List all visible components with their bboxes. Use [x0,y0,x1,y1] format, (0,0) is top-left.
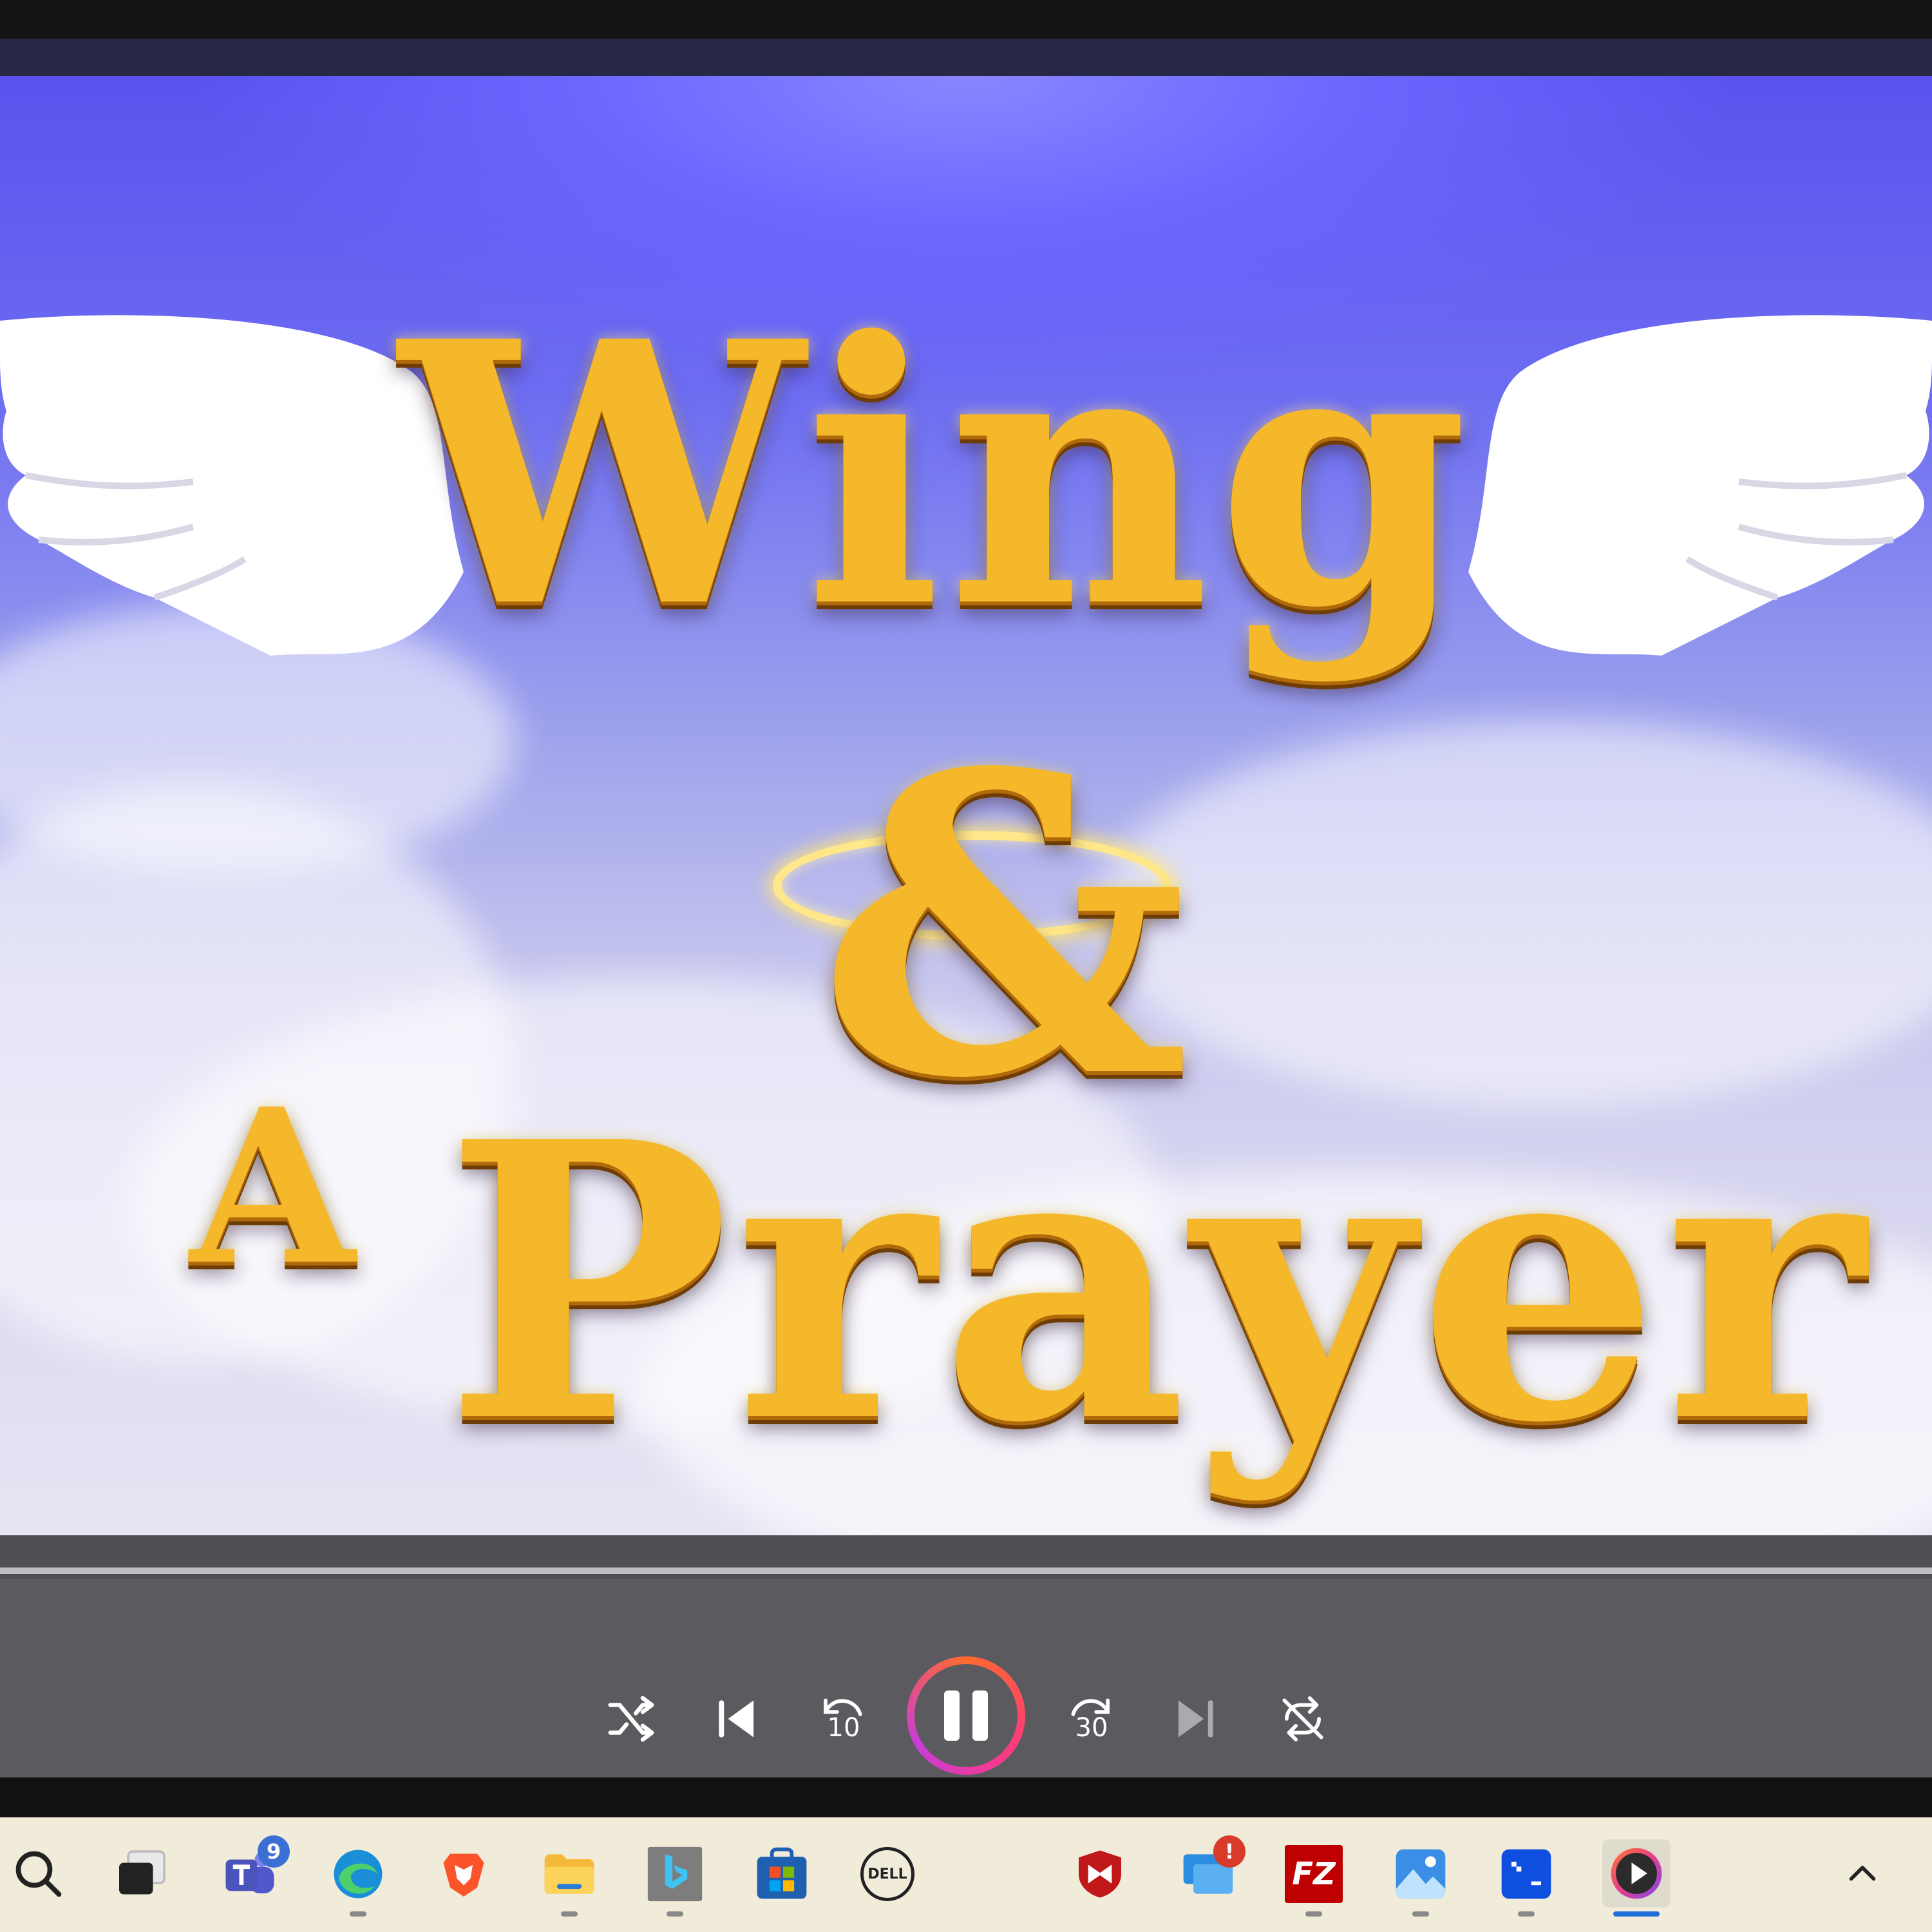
running-indicator [350,1911,366,1917]
taskbar-photos[interactable] [1390,1843,1452,1905]
running-indicator [1412,1911,1429,1917]
task-view-icon [119,1850,166,1895]
video-frame[interactable]: Wing & A Prayer [0,76,1932,1537]
title-word-wing: Wing [399,263,1475,687]
taskbar-show-hidden-icons[interactable] [1832,1843,1893,1905]
repeat-off-icon [1282,1696,1323,1742]
running-indicator [1518,1911,1535,1917]
right-wing-graphic [1468,315,1932,656]
running-indicator [667,1911,683,1917]
seek-bar[interactable] [0,1567,1932,1574]
folder-icon [544,1854,594,1894]
chevron-up-icon [1849,1866,1876,1881]
store-icon [757,1847,807,1899]
running-indicator [1305,1911,1322,1917]
taskbar-bing[interactable] [644,1843,706,1905]
taskbar-dell[interactable]: DELL [857,1843,918,1905]
taskbar-edge[interactable] [327,1843,389,1905]
dell-logo-icon: DELL [860,1847,914,1901]
taskbar-task-view[interactable] [111,1843,173,1905]
filezilla-label: FZ [1292,1856,1336,1892]
pause-button[interactable] [907,1656,1025,1775]
media-player-icon [1611,1848,1662,1899]
active-app-indicator [1613,1911,1660,1917]
skip-next-icon [1178,1700,1213,1738]
player-header-strip [0,39,1932,76]
taskbar-filezilla[interactable]: FZ [1283,1843,1345,1905]
photos-icon [1396,1849,1446,1899]
title-word-a: A [190,1062,355,1312]
brave-browser-icon [443,1853,484,1897]
next-button[interactable] [1159,1683,1230,1754]
taskbar-media-player[interactable] [1602,1839,1671,1908]
shuffle-button[interactable] [596,1683,667,1754]
window-top-bar [0,0,1932,39]
dell-logo-label: DELL [867,1866,907,1882]
taskbar-search[interactable] [8,1843,70,1905]
taskbar-brave[interactable] [433,1843,495,1905]
bing-icon [647,1846,703,1902]
rewind-seconds-label: 10 [827,1713,860,1743]
repeat-button[interactable] [1267,1683,1338,1754]
taskbar-mcafee[interactable] [1069,1843,1131,1905]
skip-previous-icon [719,1700,754,1738]
running-indicator [561,1911,578,1917]
previous-button[interactable] [702,1683,773,1754]
taskbar-file-explorer[interactable] [538,1843,600,1905]
filezilla-icon: FZ [1285,1845,1343,1903]
title-word-prayer: Prayer [444,1060,1870,1506]
forward-seconds-label: 30 [1075,1713,1108,1743]
taskbar-game-app[interactable] [1495,1843,1557,1905]
window-bottom-edge [0,1777,1932,1817]
mcafee-shield-icon [1079,1850,1121,1898]
search-icon [15,1851,62,1897]
taskbar-microsoft-store[interactable] [751,1843,813,1905]
teams-notification-badge: 9 [258,1835,290,1868]
alert-badge: ! [1213,1835,1245,1868]
shuffle-icon [608,1696,654,1742]
gamepad-app-icon [1501,1849,1551,1899]
edge-browser-icon [334,1850,383,1899]
pause-icon [914,1664,1018,1767]
